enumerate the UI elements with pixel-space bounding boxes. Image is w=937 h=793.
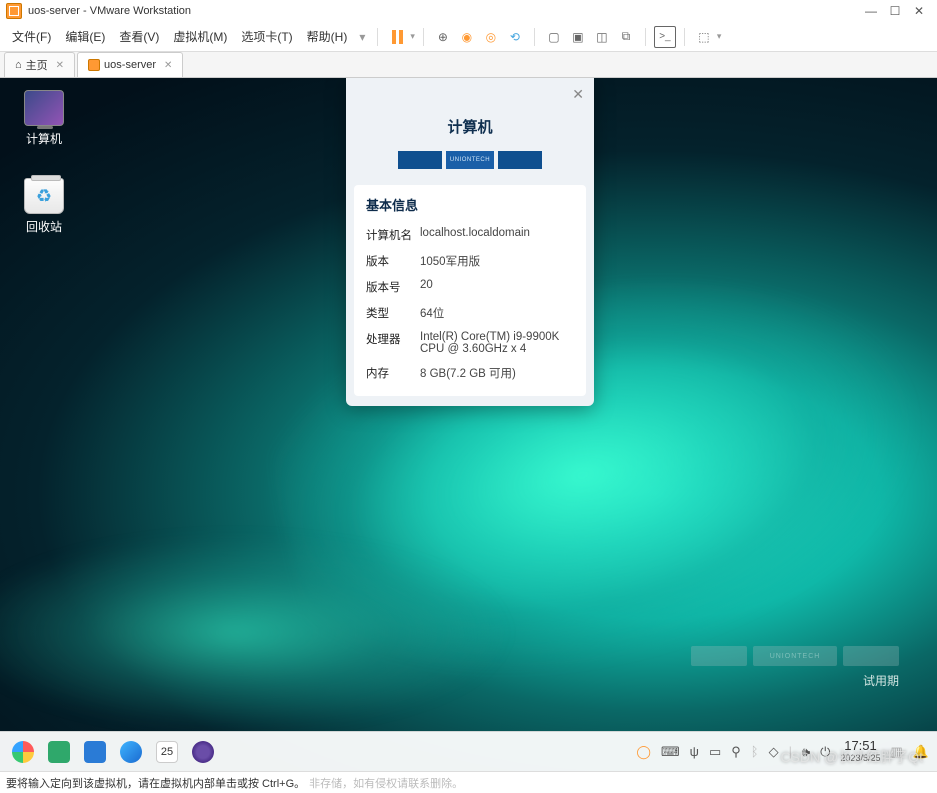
view-console-button[interactable]: ⧉ bbox=[615, 26, 637, 48]
tray-uos-icon[interactable]: ◯ bbox=[636, 744, 651, 760]
snapshot-manager-button[interactable]: ◎ bbox=[480, 26, 502, 48]
menu-file[interactable]: 文件(F) bbox=[6, 25, 57, 48]
files-icon bbox=[84, 741, 106, 763]
desktop-icon-trash[interactable]: ♻ 回收站 bbox=[14, 178, 74, 235]
tab-home[interactable]: ⌂ 主页 ✕ bbox=[4, 52, 75, 77]
fullscreen-button[interactable]: >_ bbox=[654, 26, 676, 48]
trial-label: 试用期 bbox=[691, 672, 899, 689]
desktop-icon-computer[interactable]: 计算机 bbox=[14, 90, 74, 147]
tray-desktop-icon[interactable]: ▥ bbox=[891, 744, 903, 760]
computer-icon bbox=[24, 90, 64, 126]
basic-info-heading: 基本信息 bbox=[366, 195, 574, 214]
menu-edit[interactable]: 编辑(E) bbox=[59, 25, 111, 48]
view-unity-button[interactable]: ◫ bbox=[591, 26, 613, 48]
launcher-button[interactable] bbox=[8, 737, 38, 767]
dock-app-settings[interactable] bbox=[188, 737, 218, 767]
vm-icon bbox=[88, 59, 100, 71]
tab-vm-label: uos-server bbox=[104, 59, 156, 71]
host-menubar: 文件(F) 编辑(E) 查看(V) 虚拟机(M) 选项卡(T) 帮助(H) ▾ … bbox=[0, 22, 937, 52]
snapshot-button[interactable]: ◉ bbox=[456, 26, 478, 48]
menu-view[interactable]: 查看(V) bbox=[113, 25, 165, 48]
settings-icon bbox=[192, 741, 214, 763]
window-title: uos-server - VMware Workstation bbox=[28, 5, 191, 17]
tray-usb-icon[interactable]: ψ bbox=[690, 744, 699, 759]
vmware-app-icon bbox=[6, 3, 22, 19]
pause-vm-button[interactable] bbox=[386, 26, 408, 48]
dock-app-calendar[interactable]: 25 bbox=[152, 737, 182, 767]
menu-vm[interactable]: 虚拟机(M) bbox=[167, 25, 233, 48]
host-statusbar: 要将输入定向到该虚拟机，请在虚拟机内部单击或按 Ctrl+G。 非存储，如有侵权… bbox=[0, 771, 937, 793]
dialog-close-button[interactable]: ✕ bbox=[572, 86, 584, 103]
close-tab-vm[interactable]: ✕ bbox=[164, 60, 172, 71]
launcher-icon bbox=[12, 741, 34, 763]
tray-network-icon[interactable]: ◇ bbox=[769, 744, 779, 760]
maximize-button[interactable]: ☐ bbox=[883, 4, 907, 18]
menu-help[interactable]: 帮助(H) bbox=[301, 25, 354, 48]
row-hostname: 计算机名 localhost.localdomain bbox=[366, 222, 574, 248]
calendar-icon: 25 bbox=[156, 741, 178, 763]
computer-icon-label: 计算机 bbox=[14, 130, 74, 147]
browser-icon bbox=[120, 741, 142, 763]
menu-tabs[interactable]: 选项卡(T) bbox=[235, 25, 298, 48]
home-icon: ⌂ bbox=[15, 59, 22, 71]
vm-tabs-row: ⌂ 主页 ✕ uos-server ✕ bbox=[0, 52, 937, 78]
dock-app-files[interactable] bbox=[80, 737, 110, 767]
wallpaper-aurora-2 bbox=[0, 459, 562, 771]
row-build: 版本号 20 bbox=[366, 274, 574, 300]
stretch-button[interactable]: ⬚ bbox=[693, 26, 715, 48]
guest-desktop[interactable]: 计算机 ♻ 回收站 ✕ 计算机 UNIONTECH 基本信息 计算机名 loca… bbox=[0, 78, 937, 771]
minimize-button[interactable]: — bbox=[859, 4, 883, 18]
close-tab-home[interactable]: ✕ bbox=[56, 60, 64, 71]
dock-app-browser[interactable] bbox=[116, 737, 146, 767]
tray-notifications-icon[interactable]: 🔔 bbox=[913, 744, 929, 760]
system-tray: ◯ ⌨ ψ ▭ ⚲ ᛒ ◇ | 🕪 ⏻ 17:51 2023/5/25 ▥ 🔔 bbox=[636, 739, 929, 763]
tray-clock[interactable]: 17:51 2023/5/25 bbox=[840, 739, 880, 763]
tray-power-icon[interactable]: ⏻ bbox=[820, 744, 830, 760]
tray-keyboard-icon[interactable]: ⌨ bbox=[661, 744, 680, 760]
close-button[interactable]: ✕ bbox=[907, 4, 931, 18]
uniontech-logo: UNIONTECH bbox=[346, 151, 594, 169]
monitor-icon bbox=[48, 741, 70, 763]
trash-icon-label: 回收站 bbox=[14, 218, 74, 235]
view-single-button[interactable]: ▢ bbox=[543, 26, 565, 48]
row-cpu: 处理器 Intel(R) Core(TM) i9-9900K CPU @ 3.6… bbox=[366, 326, 574, 360]
statusbar-faded-text: 非存储，如有侵权请联系删除。 bbox=[309, 775, 463, 791]
host-titlebar: uos-server - VMware Workstation — ☐ ✕ bbox=[0, 0, 937, 22]
tab-home-label: 主页 bbox=[26, 57, 48, 73]
view-multi-button[interactable]: ▣ bbox=[567, 26, 589, 48]
guest-dock: 25 ◯ ⌨ ψ ▭ ⚲ ᛒ ◇ | 🕪 ⏻ 17:51 2023/5/25 ▥… bbox=[0, 731, 937, 771]
row-memory: 内存 8 GB(7.2 GB 可用) bbox=[366, 360, 574, 386]
tray-display-icon[interactable]: ▭ bbox=[709, 744, 721, 760]
send-ctrlaltdel-button[interactable]: ⊕ bbox=[432, 26, 454, 48]
statusbar-message: 要将输入定向到该虚拟机，请在虚拟机内部单击或按 Ctrl+G。 bbox=[6, 775, 305, 791]
basic-info-card: 基本信息 计算机名 localhost.localdomain 版本 1050军… bbox=[354, 185, 586, 396]
row-type: 类型 64位 bbox=[366, 300, 574, 326]
row-version: 版本 1050军用版 bbox=[366, 248, 574, 274]
system-info-dialog: ✕ 计算机 UNIONTECH 基本信息 计算机名 localhost.loca… bbox=[346, 78, 594, 406]
revert-button[interactable]: ⟲ bbox=[504, 26, 526, 48]
tray-bluetooth-icon[interactable]: ᛒ bbox=[751, 744, 759, 759]
tray-volume-icon[interactable]: 🕪 bbox=[802, 744, 810, 760]
dock-app-monitor[interactable] bbox=[44, 737, 74, 767]
trash-icon: ♻ bbox=[24, 178, 64, 214]
tray-mic-icon[interactable]: ⚲ bbox=[731, 744, 741, 760]
tab-uos-server[interactable]: uos-server ✕ bbox=[77, 52, 183, 77]
desktop-watermark: UNIONTECH 试用期 bbox=[691, 646, 899, 689]
dialog-title: 计算机 bbox=[346, 116, 594, 137]
